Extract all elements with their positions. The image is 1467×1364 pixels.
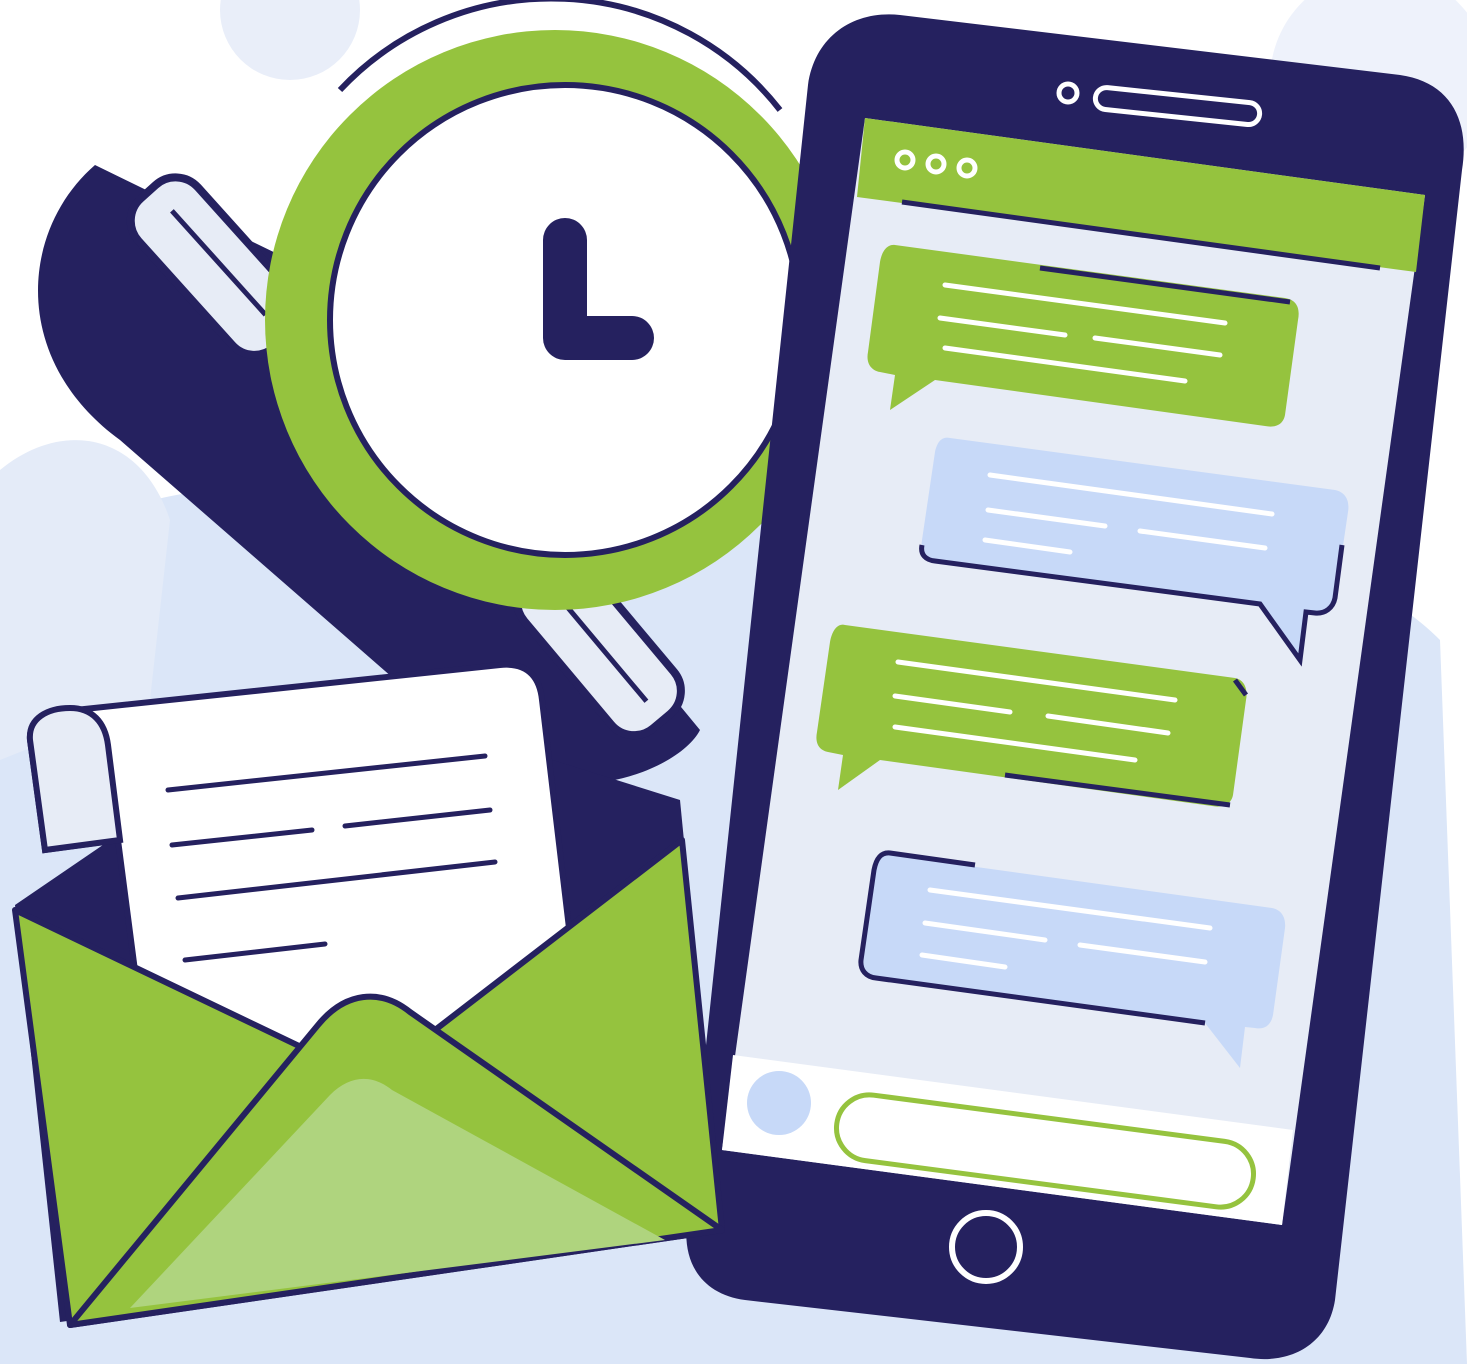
contact-illustration xyxy=(0,0,1467,1364)
smartphone-icon xyxy=(686,14,1464,1360)
background-circle-top xyxy=(220,0,360,80)
clock-icon xyxy=(265,0,845,610)
avatar-circle xyxy=(747,1071,811,1135)
letter-curl xyxy=(26,704,124,854)
